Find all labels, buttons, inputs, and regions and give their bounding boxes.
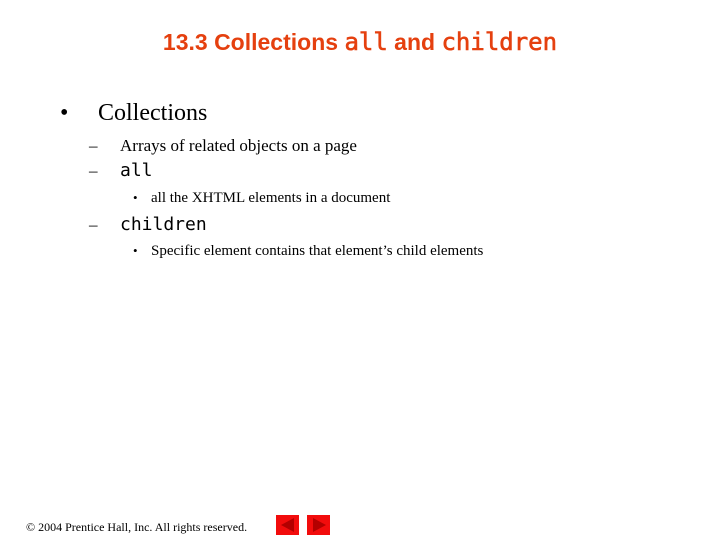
subbullet-arrays: – Arrays of related objects on a page [89, 136, 357, 156]
subsubbullet-all-desc: • all the XHTML elements in a document [133, 190, 390, 207]
title-prefix: 13.3 Collections [162, 29, 345, 55]
slide-title: 13.3 Collections all and children [0, 28, 720, 57]
next-slide-button[interactable] [307, 515, 330, 535]
previous-slide-button[interactable] [276, 515, 299, 535]
dash-icon: – [89, 215, 98, 234]
subsubbullet-text: Specific element contains that element’s… [151, 243, 484, 259]
dash-icon: – [89, 136, 98, 155]
left-triangle-icon [281, 518, 294, 532]
subbullet-children: – children [89, 214, 207, 235]
bullet-collections: • Collections [60, 100, 207, 127]
subsubbullet-children-desc: • Specific element contains that element’… [133, 243, 483, 260]
title-code-children: children [441, 28, 558, 57]
subbullet-text: Arrays of related objects on a page [120, 136, 357, 155]
subbullet-all: – all [89, 160, 153, 181]
title-code-all: all [344, 28, 388, 57]
title-middle: and [387, 29, 442, 55]
subbullet-code: children [120, 214, 207, 235]
copyright-notice: © 2004 Prentice Hall, Inc. All rights re… [26, 520, 248, 534]
subbullet-code: all [120, 160, 153, 181]
subsubbullet-text: all the XHTML elements in a document [151, 190, 391, 206]
dash-icon: – [89, 161, 98, 180]
dot-icon: • [133, 243, 138, 258]
right-triangle-icon [313, 518, 326, 532]
dot-icon: • [133, 190, 138, 205]
bullet-icon: • [60, 100, 69, 126]
bullet-text: Collections [98, 100, 208, 126]
